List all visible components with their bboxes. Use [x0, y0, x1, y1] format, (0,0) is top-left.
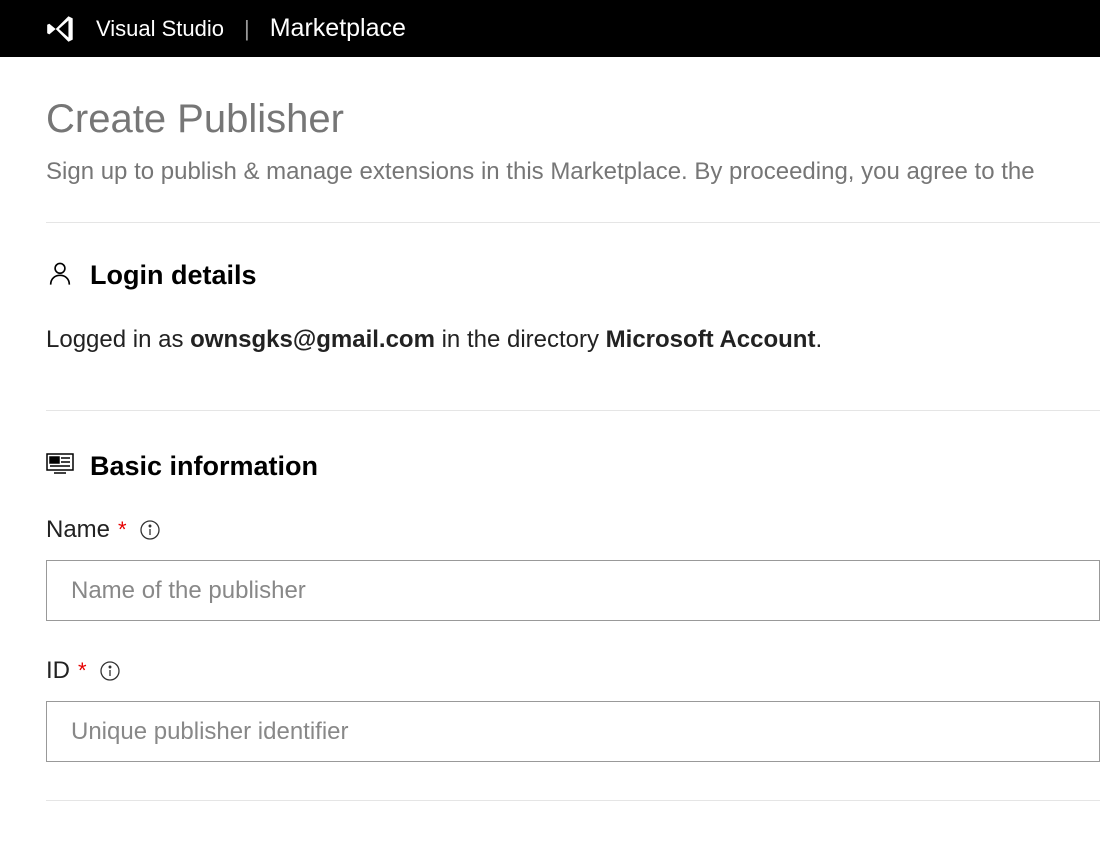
- info-icon[interactable]: [99, 660, 121, 682]
- header-bar: Visual Studio | Marketplace: [0, 0, 1100, 57]
- id-label: ID: [46, 657, 70, 685]
- divider-line: [46, 222, 1100, 223]
- basic-info-section-header: Basic information: [46, 451, 1100, 482]
- name-field: Name *: [46, 516, 1100, 621]
- page-subtitle: Sign up to publish & manage extensions i…: [46, 158, 1100, 186]
- id-field: ID *: [46, 657, 1100, 762]
- product-label[interactable]: Marketplace: [270, 14, 406, 43]
- login-status-text: Logged in as ownsgks@gmail.com in the di…: [46, 326, 1100, 354]
- form-icon: [46, 453, 74, 480]
- info-icon[interactable]: [139, 519, 161, 541]
- login-suffix: .: [815, 326, 822, 353]
- visual-studio-logo-icon: [44, 12, 78, 46]
- brand-label[interactable]: Visual Studio: [96, 16, 224, 42]
- name-input[interactable]: [46, 560, 1100, 621]
- person-icon: [46, 259, 74, 292]
- login-prefix: Logged in as: [46, 326, 190, 353]
- required-indicator: *: [78, 658, 87, 684]
- divider-line: [46, 410, 1100, 411]
- id-input[interactable]: [46, 701, 1100, 762]
- page-title: Create Publisher: [46, 97, 1100, 142]
- basic-info-section-title: Basic information: [90, 451, 318, 482]
- login-section-title: Login details: [90, 260, 257, 291]
- name-label: Name: [46, 516, 110, 544]
- login-email: ownsgks@gmail.com: [190, 326, 435, 353]
- login-middle: in the directory: [435, 326, 606, 353]
- divider-line: [46, 800, 1100, 801]
- header-divider: |: [244, 16, 250, 42]
- main-content: Create Publisher Sign up to publish & ma…: [0, 57, 1100, 801]
- required-indicator: *: [118, 517, 127, 543]
- login-directory: Microsoft Account: [606, 326, 816, 353]
- login-section-header: Login details: [46, 259, 1100, 292]
